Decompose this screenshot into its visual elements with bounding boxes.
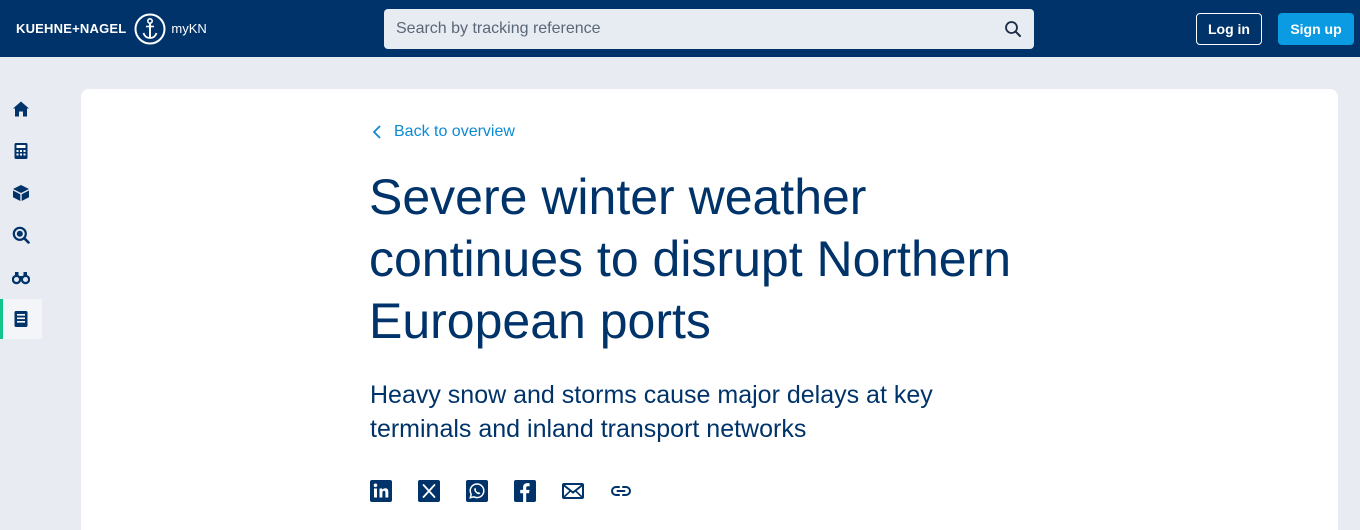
sidebar-nav <box>0 89 42 341</box>
email-icon <box>562 483 584 499</box>
copy-link-button[interactable] <box>608 478 634 504</box>
share-linkedin-button[interactable] <box>368 478 394 504</box>
calculator-icon <box>14 143 28 159</box>
anchor-icon <box>134 13 166 44</box>
sidebar-item-quote[interactable] <box>0 131 42 171</box>
share-x-button[interactable] <box>416 478 442 504</box>
brand-name: KUEHNE+NAGEL <box>16 21 127 36</box>
sidebar-item-shipments[interactable] <box>0 173 42 213</box>
login-button[interactable]: Log in <box>1196 13 1262 45</box>
track-search-icon <box>12 226 30 244</box>
brand-logo-link[interactable]: KUEHNE+NAGEL myKN <box>16 0 207 57</box>
sidebar-item-tracking[interactable] <box>0 215 42 255</box>
sidebar-item-news[interactable] <box>0 299 42 339</box>
facebook-icon <box>514 480 536 502</box>
signup-button[interactable]: Sign up <box>1278 13 1354 45</box>
back-link-label: Back to overview <box>394 123 515 140</box>
top-bar: KUEHNE+NAGEL myKN Log in Sign up <box>0 0 1360 57</box>
sidebar-item-home[interactable] <box>0 89 42 129</box>
brand-product-name: myKN <box>171 21 207 36</box>
linkedin-icon <box>370 480 392 502</box>
back-to-overview-link[interactable]: Back to overview <box>370 121 515 143</box>
search-icon[interactable] <box>1004 20 1022 38</box>
share-facebook-button[interactable] <box>512 478 538 504</box>
news-icon <box>14 311 28 327</box>
share-bar <box>368 478 656 504</box>
article-title: Severe winter weather continues to disru… <box>369 169 1012 349</box>
home-icon <box>13 101 29 117</box>
link-icon <box>610 486 632 496</box>
search-input[interactable] <box>396 9 1004 49</box>
chevron-left-icon <box>373 125 381 139</box>
x-icon <box>418 480 440 502</box>
tracking-search <box>384 9 1034 49</box>
share-whatsapp-button[interactable] <box>464 478 490 504</box>
article-subtitle: Heavy snow and storms cause major delays… <box>370 381 933 443</box>
sidebar-item-visibility[interactable] <box>0 257 42 297</box>
share-email-button[interactable] <box>560 478 586 504</box>
box-icon <box>13 185 29 201</box>
whatsapp-icon <box>466 480 488 502</box>
binoculars-icon <box>12 272 30 285</box>
